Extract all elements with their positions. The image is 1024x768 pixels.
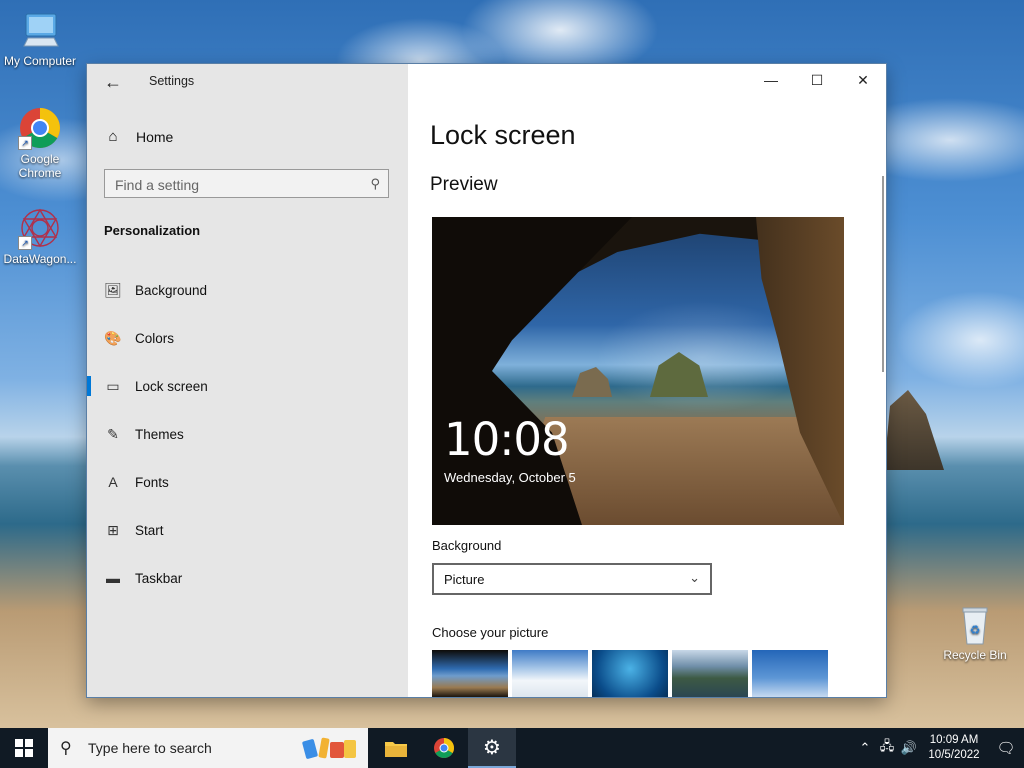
volume-icon[interactable]: 🔊	[898, 740, 920, 756]
taskbar-search-placeholder: Type here to search	[88, 740, 212, 756]
shortcut-arrow-icon: ↗	[18, 136, 32, 150]
nav-item-label: Themes	[135, 426, 184, 442]
nav-item-background[interactable]: 🖼 Background	[87, 270, 408, 310]
datawagon-icon: ↗	[18, 206, 62, 250]
desktop-icon-google-chrome[interactable]: ↗ Google Chrome	[0, 106, 80, 180]
desktop-icon-label: DataWagon...	[3, 252, 77, 266]
desktop-icon-my-computer[interactable]: My Computer	[0, 8, 80, 68]
background-label: Background	[432, 538, 502, 553]
chevron-up-icon[interactable]: ⌃	[854, 740, 876, 756]
section-title: Personalization	[104, 223, 201, 238]
wallpaper-rock	[884, 390, 944, 470]
clock-time: 10:09 AM	[929, 734, 979, 746]
start-button[interactable]	[0, 728, 48, 768]
search-icon: ⚲	[60, 740, 72, 757]
choose-picture-label: Choose your picture	[432, 625, 549, 640]
home-label: Home	[136, 128, 174, 145]
taskbar-chrome[interactable]	[420, 728, 468, 768]
palette-icon: 🎨	[104, 329, 122, 346]
nav-item-label: Lock screen	[135, 378, 208, 394]
chrome-icon	[434, 738, 454, 758]
minimize-button[interactable]: —	[748, 64, 794, 96]
nav-item-label: Background	[135, 282, 208, 298]
background-dropdown[interactable]: Picture ⌄	[432, 563, 712, 595]
taskbar-search[interactable]: ⚲ Type here to search	[48, 728, 368, 768]
close-button[interactable]: ✕	[840, 64, 886, 96]
notification-icon[interactable]: 🗨	[988, 739, 1024, 757]
dropdown-value: Picture	[444, 572, 485, 587]
lock-screen-icon: ▭	[106, 377, 120, 394]
nav-item-fonts[interactable]: A Fonts	[87, 462, 408, 502]
desktop-icon-label: Recycle Bin	[943, 648, 1007, 662]
scrollbar[interactable]	[882, 176, 884, 372]
desktop-icon-label: Google Chrome	[18, 152, 62, 180]
taskbar-file-explorer[interactable]	[372, 728, 420, 768]
preview-time: 10:08	[444, 413, 570, 466]
svg-text:♻: ♻	[970, 623, 981, 637]
window-title: Settings	[149, 74, 195, 88]
recycle-bin-icon: ♻	[953, 602, 997, 646]
content-pane: — ☐ ✕ Lock screen Preview 10:08 Wednesda…	[408, 64, 886, 697]
gear-icon: ⚙	[483, 736, 501, 759]
nav-item-start[interactable]: ⊞ Start	[87, 510, 408, 550]
taskbar-settings[interactable]: ⚙	[468, 728, 516, 768]
back-arrow-icon[interactable]: ←	[103, 72, 123, 92]
taskbar-icon: ▬	[106, 570, 120, 586]
desktop-icon-datawagon[interactable]: ↗ DataWagon...	[0, 206, 80, 266]
nav-item-colors[interactable]: 🎨 Colors	[87, 318, 408, 358]
nav-item-label: Start	[135, 522, 164, 538]
nav-item-label: Taskbar	[135, 570, 183, 586]
desktop-icon-recycle-bin[interactable]: ♻ Recycle Bin	[935, 602, 1015, 662]
nav-item-taskbar[interactable]: ▬ Taskbar	[87, 558, 408, 598]
settings-window: ← Settings ⌂ Home ⚲ Personalization 🖼 Ba…	[87, 64, 886, 697]
picture-thumbnail[interactable]	[672, 650, 748, 697]
picture-thumbnail[interactable]	[512, 650, 588, 697]
lock-screen-preview: 10:08 Wednesday, October 5	[432, 217, 844, 525]
maximize-button[interactable]: ☐	[794, 64, 840, 96]
fonts-icon: A	[108, 474, 118, 490]
window-controls: — ☐ ✕	[748, 64, 886, 96]
picture-thumbnail[interactable]	[432, 650, 508, 697]
chrome-icon: ↗	[18, 106, 62, 150]
folder-icon	[385, 742, 407, 757]
picture-icon: 🖼	[104, 281, 122, 298]
preview-rock	[572, 367, 612, 397]
brush-icon: ✎	[107, 425, 119, 442]
preview-rock	[650, 352, 708, 397]
chevron-down-icon: ⌄	[689, 570, 700, 585]
home-link[interactable]: ⌂ Home	[104, 128, 173, 145]
preview-heading: Preview	[430, 174, 498, 195]
clock-date: 10/5/2022	[928, 749, 980, 761]
desktop-icon-label: My Computer	[3, 54, 77, 68]
picture-thumbnail[interactable]	[592, 650, 668, 697]
search-input[interactable]	[105, 170, 357, 199]
nav-item-themes[interactable]: ✎ Themes	[87, 414, 408, 454]
nav-pane: ← Settings ⌂ Home ⚲ Personalization 🖼 Ba…	[87, 64, 408, 697]
find-setting-search[interactable]: ⚲	[104, 169, 389, 199]
system-tray: ⌃ 🖧 🔊 10:09 AM 10/5/2022 🗨	[854, 728, 1024, 768]
network-icon[interactable]: 🖧	[876, 737, 898, 759]
nav-item-label: Colors	[135, 330, 175, 346]
search-icon: ⚲	[370, 176, 380, 191]
windows-logo-icon	[15, 739, 33, 757]
search-highlight-icon	[302, 737, 356, 759]
nav-item-label: Fonts	[135, 474, 169, 490]
computer-icon	[18, 8, 62, 52]
nav-item-lock-screen[interactable]: ▭ Lock screen	[87, 366, 408, 406]
taskbar-clock[interactable]: 10:09 AM 10/5/2022	[920, 733, 988, 763]
home-icon: ⌂	[108, 128, 118, 145]
page-title: Lock screen	[430, 120, 576, 150]
preview-date: Wednesday, October 5	[444, 470, 576, 485]
taskbar: ⚲ Type here to search ⚙ ⌃ 🖧 🔊 10:09 AM 1…	[0, 728, 1024, 768]
start-grid-icon: ⊞	[107, 521, 119, 538]
picture-thumbnails	[432, 650, 828, 697]
picture-thumbnail[interactable]	[752, 650, 828, 697]
shortcut-arrow-icon: ↗	[18, 236, 32, 250]
